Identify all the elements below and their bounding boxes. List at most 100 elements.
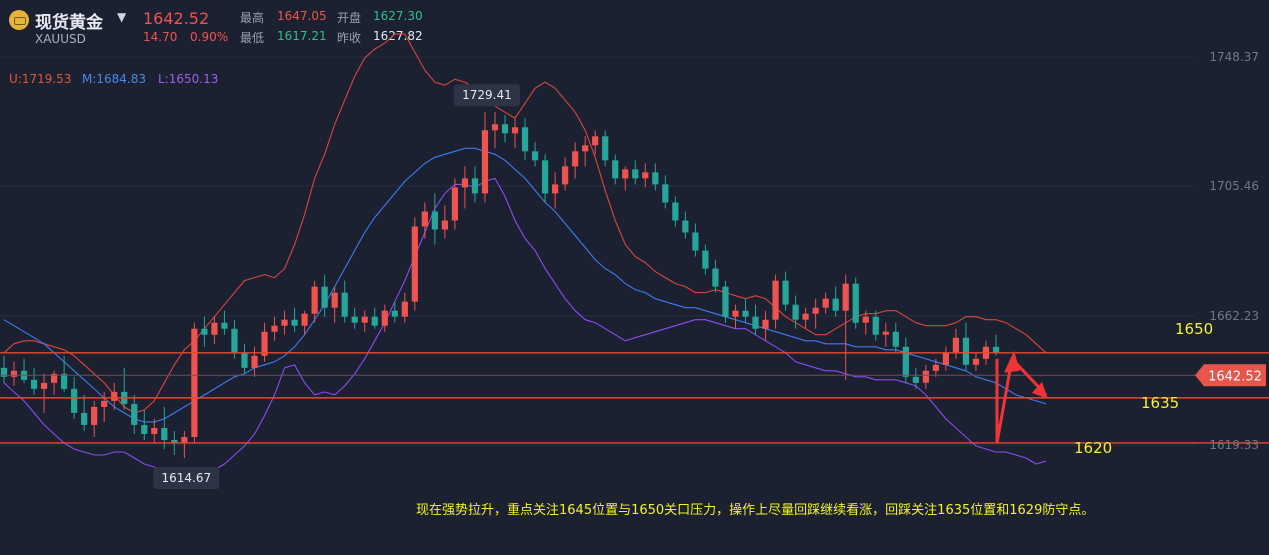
candle[interactable] bbox=[81, 394, 88, 431]
candle[interactable] bbox=[251, 346, 258, 377]
candle[interactable] bbox=[151, 418, 158, 443]
candle[interactable] bbox=[882, 322, 889, 347]
candle[interactable] bbox=[812, 298, 819, 329]
candle[interactable] bbox=[271, 316, 278, 341]
candle[interactable] bbox=[531, 142, 539, 167]
candle-body bbox=[541, 160, 549, 194]
candle-body bbox=[912, 376, 919, 383]
candle[interactable] bbox=[842, 274, 849, 380]
candle-body bbox=[501, 124, 509, 134]
candle-body bbox=[612, 160, 619, 179]
candle[interactable] bbox=[572, 142, 579, 179]
candle-body bbox=[772, 280, 779, 320]
candle-body bbox=[662, 184, 669, 203]
candle-body bbox=[822, 298, 829, 308]
candle[interactable] bbox=[341, 280, 348, 323]
candle[interactable] bbox=[662, 175, 669, 209]
candle[interactable] bbox=[972, 352, 980, 371]
candle[interactable] bbox=[441, 205, 448, 239]
candle[interactable] bbox=[742, 298, 749, 323]
candle[interactable] bbox=[632, 160, 639, 185]
candle[interactable] bbox=[391, 301, 398, 323]
candle[interactable] bbox=[461, 166, 469, 209]
candle[interactable] bbox=[331, 286, 338, 323]
candle[interactable] bbox=[131, 394, 138, 434]
candle[interactable] bbox=[121, 367, 128, 410]
candle[interactable] bbox=[91, 400, 98, 437]
candle[interactable] bbox=[281, 310, 288, 335]
candle[interactable] bbox=[141, 409, 148, 440]
candle-body bbox=[762, 319, 769, 329]
candle-body bbox=[321, 286, 328, 308]
candlestick-chart[interactable]: 1748.37 1705.46 1662.23 1619.33 1642.52 1650 1… bbox=[0, 0, 1269, 555]
candle[interactable] bbox=[772, 274, 779, 329]
candle[interactable] bbox=[562, 157, 569, 191]
candle-body bbox=[782, 280, 789, 305]
candle[interactable] bbox=[922, 364, 929, 389]
candle[interactable] bbox=[371, 307, 378, 329]
analysis-note: 现在强势拉升，重点关注1645位置与1650关口压力，操作上尽量回踩继续看涨，回… bbox=[416, 503, 1095, 518]
candle[interactable] bbox=[942, 346, 950, 371]
candle[interactable] bbox=[622, 166, 629, 191]
candle[interactable] bbox=[50, 370, 58, 395]
candle[interactable] bbox=[852, 277, 859, 329]
candle[interactable] bbox=[752, 304, 759, 335]
candle[interactable] bbox=[682, 211, 689, 239]
candle[interactable] bbox=[541, 154, 549, 203]
candle[interactable] bbox=[261, 322, 268, 362]
candle[interactable] bbox=[822, 292, 829, 314]
candle-body bbox=[992, 346, 1000, 353]
candle[interactable] bbox=[61, 355, 68, 392]
candle[interactable] bbox=[702, 244, 709, 275]
y-tick-label: 1662.23 bbox=[1209, 309, 1259, 323]
candle[interactable] bbox=[692, 223, 699, 257]
candle-body bbox=[702, 250, 709, 269]
candle[interactable] bbox=[582, 136, 589, 167]
candle[interactable] bbox=[481, 112, 489, 203]
candle[interactable] bbox=[762, 310, 769, 341]
candle[interactable] bbox=[291, 307, 298, 332]
candle[interactable] bbox=[401, 292, 408, 323]
candle[interactable] bbox=[111, 382, 118, 410]
candle[interactable] bbox=[191, 322, 198, 443]
candle[interactable] bbox=[181, 430, 188, 459]
candle[interactable] bbox=[0, 355, 8, 383]
candle[interactable] bbox=[872, 310, 879, 341]
candle[interactable] bbox=[642, 163, 649, 188]
candle[interactable] bbox=[411, 217, 418, 311]
candle[interactable] bbox=[241, 343, 248, 374]
candle[interactable] bbox=[672, 196, 679, 227]
candle[interactable] bbox=[612, 154, 619, 185]
candle[interactable] bbox=[521, 118, 529, 161]
candle[interactable] bbox=[832, 286, 839, 317]
candle[interactable] bbox=[802, 307, 809, 329]
candle[interactable] bbox=[20, 358, 28, 383]
candle[interactable] bbox=[491, 112, 499, 149]
candle[interactable] bbox=[471, 166, 479, 203]
candle[interactable] bbox=[351, 307, 358, 329]
candle[interactable] bbox=[602, 130, 609, 167]
candle[interactable] bbox=[40, 373, 48, 413]
candle[interactable] bbox=[952, 328, 960, 359]
candle[interactable] bbox=[552, 172, 559, 209]
candle[interactable] bbox=[782, 271, 789, 311]
candle[interactable] bbox=[712, 259, 719, 293]
candle[interactable] bbox=[221, 310, 228, 335]
candle[interactable] bbox=[361, 310, 368, 332]
candle[interactable] bbox=[892, 322, 899, 353]
candle[interactable] bbox=[201, 316, 208, 347]
candle[interactable] bbox=[501, 115, 509, 143]
candle[interactable] bbox=[902, 337, 909, 383]
candle[interactable] bbox=[511, 118, 519, 149]
candle-body bbox=[962, 337, 970, 365]
level-label-1650: 1650 bbox=[1175, 320, 1213, 338]
candle[interactable] bbox=[732, 304, 739, 329]
candle[interactable] bbox=[321, 274, 328, 317]
candle[interactable] bbox=[431, 193, 438, 245]
candle[interactable] bbox=[722, 280, 729, 323]
candle[interactable] bbox=[962, 322, 970, 371]
candle[interactable] bbox=[211, 316, 218, 344]
candle[interactable] bbox=[30, 367, 38, 395]
candle[interactable] bbox=[10, 361, 18, 386]
candle[interactable] bbox=[421, 202, 428, 239]
